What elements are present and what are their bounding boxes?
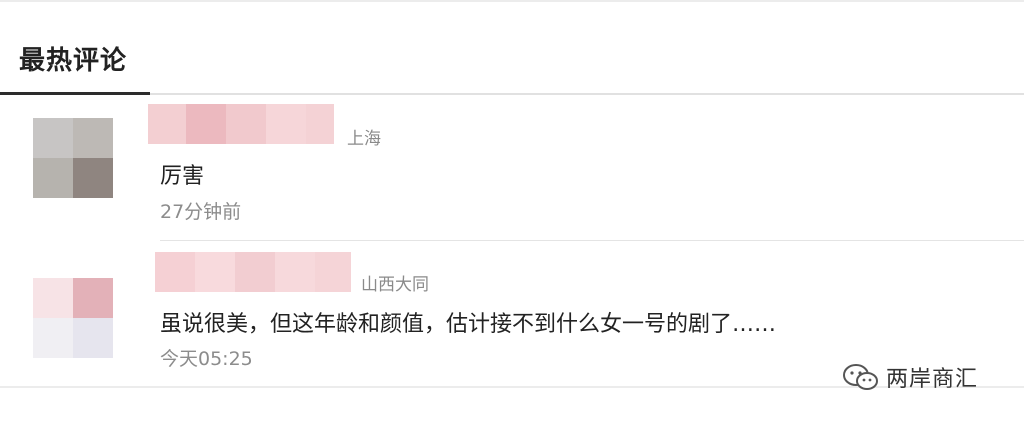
avatar[interactable]	[33, 278, 113, 358]
comment-text: 虽说很美，但这年龄和颜值，估计接不到什么女一号的剧了……	[160, 312, 777, 337]
top-divider	[0, 0, 1024, 2]
tab-active-underline	[0, 92, 150, 95]
comment-text: 厉害	[160, 164, 205, 189]
comment-time: 27分钟前	[160, 201, 242, 223]
comment-divider	[160, 240, 1024, 241]
avatar[interactable]	[33, 118, 113, 198]
comment-location: 上海	[347, 129, 381, 149]
section-title: 最热评论	[19, 46, 128, 76]
username-blurred[interactable]	[155, 252, 351, 292]
watermark: 两岸商汇	[842, 361, 978, 393]
header-divider	[150, 93, 1024, 95]
username-blurred[interactable]	[148, 104, 334, 144]
watermark-text: 两岸商汇	[886, 367, 979, 392]
wechat-icon	[843, 364, 878, 390]
comment-location: 山西大同	[361, 275, 429, 295]
comment-time: 今天05:25	[160, 348, 253, 370]
